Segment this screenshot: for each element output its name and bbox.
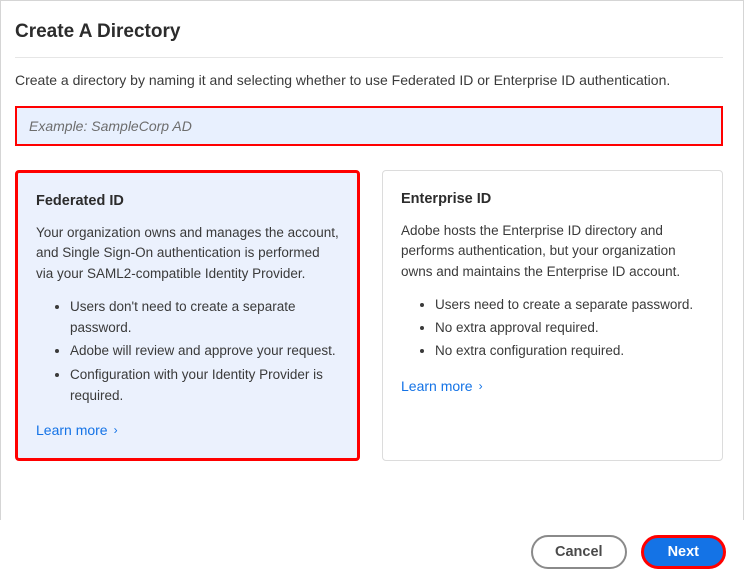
chevron-right-icon: › [114, 424, 118, 436]
federated-card-desc: Your organization owns and manages the a… [36, 223, 339, 284]
list-item: No extra approval required. [435, 317, 704, 338]
list-item: Users don't need to create a separate pa… [70, 296, 339, 339]
enterprise-id-card[interactable]: Enterprise ID Adobe hosts the Enterprise… [382, 170, 723, 461]
directory-name-input[interactable] [15, 106, 723, 146]
enterprise-card-title: Enterprise ID [401, 191, 704, 207]
learn-more-label: Learn more [401, 378, 473, 394]
federated-learn-more-link[interactable]: Learn more › [36, 422, 118, 438]
chevron-right-icon: › [479, 380, 483, 392]
dialog-footer: Cancel Next [0, 520, 744, 584]
enterprise-bullet-list: Users need to create a separate password… [401, 294, 704, 362]
enterprise-learn-more-link[interactable]: Learn more › [401, 378, 483, 394]
list-item: Adobe will review and approve your reque… [70, 340, 339, 361]
cancel-button[interactable]: Cancel [531, 535, 627, 569]
list-item: Configuration with your Identity Provide… [70, 364, 339, 407]
enterprise-card-desc: Adobe hosts the Enterprise ID directory … [401, 221, 704, 282]
next-button[interactable]: Next [641, 535, 726, 569]
page-title: Create A Directory [15, 21, 723, 58]
page-subtitle: Create a directory by naming it and sele… [15, 72, 723, 88]
federated-id-card[interactable]: Federated ID Your organization owns and … [15, 170, 360, 461]
federated-bullet-list: Users don't need to create a separate pa… [36, 296, 339, 407]
list-item: No extra configuration required. [435, 340, 704, 361]
list-item: Users need to create a separate password… [435, 294, 704, 315]
federated-card-title: Federated ID [36, 193, 339, 209]
id-type-cards: Federated ID Your organization owns and … [15, 170, 723, 461]
learn-more-label: Learn more [36, 422, 108, 438]
